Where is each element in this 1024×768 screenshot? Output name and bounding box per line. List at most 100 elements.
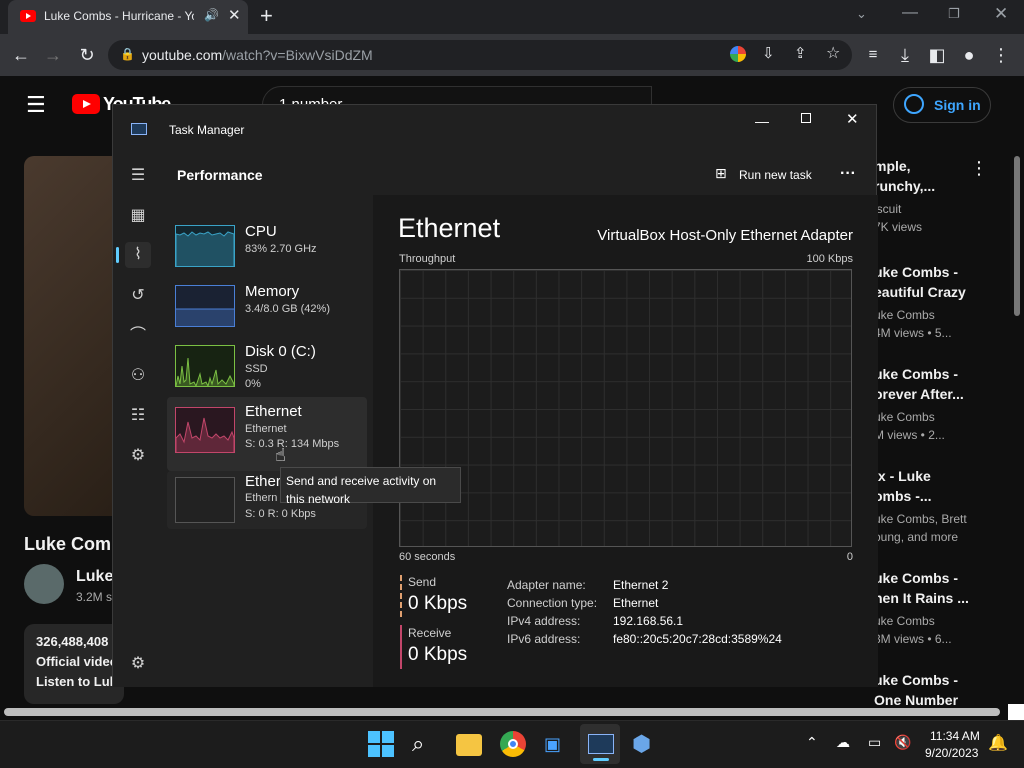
network-icon[interactable]: ▭: [868, 734, 881, 751]
related-meta: uke Combs: [874, 308, 935, 322]
close-icon[interactable]: ✕: [846, 110, 859, 128]
close-window-icon[interactable]: ✕: [994, 4, 1008, 24]
related-title[interactable]: runchy,...: [874, 178, 935, 194]
start-button-icon[interactable]: [368, 731, 394, 757]
hamburger-menu-icon[interactable]: ☰: [125, 163, 151, 189]
description-box[interactable]: 326,488,408 Official video Listen to Luk: [24, 624, 124, 704]
close-tab-icon[interactable]: ✕: [228, 6, 241, 24]
lock-icon[interactable]: 🔒: [120, 47, 135, 61]
users-icon[interactable]: ⚇: [125, 363, 151, 389]
related-title[interactable]: uke Combs -: [874, 366, 958, 382]
prop-key: Adapter name:: [507, 578, 586, 592]
profile-icon[interactable]: ●: [958, 45, 980, 65]
video-title: Luke Comb: [24, 534, 123, 554]
volume-muted-icon[interactable]: 🔇: [894, 734, 911, 751]
minimize-window-icon[interactable]: —: [902, 4, 918, 22]
address-bar[interactable]: 🔒 youtube.com/watch?v=BixwVsiDdZM ⇩ ⇪ ☆: [108, 40, 852, 70]
perf-item-ethernet-selected[interactable]: Ethernet Ethernet S: 0.3 R: 134 Mbps: [167, 397, 367, 471]
sign-in-button[interactable]: Sign in: [893, 87, 991, 123]
related-meta: uke Combs: [874, 614, 935, 628]
related-meta: 4M views • 5...: [874, 326, 952, 340]
perf-item-disk[interactable]: Disk 0 (C:) SSD 0%: [167, 337, 367, 399]
services-icon[interactable]: ⚙: [125, 443, 151, 469]
reload-icon[interactable]: ↻: [76, 45, 98, 65]
startup-apps-icon[interactable]: ⌒: [125, 323, 151, 349]
downloads-icon[interactable]: ⤓: [894, 45, 916, 65]
processes-icon[interactable]: ▦: [125, 203, 151, 229]
horizontal-scrollbar[interactable]: [4, 708, 1000, 716]
clock-time[interactable]: 11:34 AM: [930, 729, 980, 743]
search-icon[interactable]: ⌕: [412, 731, 438, 757]
side-panel-icon[interactable]: ◧: [926, 45, 948, 65]
onedrive-icon[interactable]: ☁: [836, 734, 850, 751]
clock-date[interactable]: 9/20/2023: [925, 746, 978, 760]
task-manager-taskbar-icon[interactable]: [588, 734, 614, 754]
virtualbox-icon[interactable]: ⬢: [632, 731, 658, 757]
more-options-icon[interactable]: ···: [840, 165, 856, 183]
throughput-label: Throughput: [399, 253, 456, 265]
back-icon[interactable]: ←: [10, 45, 32, 65]
restore-window-icon[interactable]: ❐: [948, 6, 960, 22]
chrome-icon[interactable]: [500, 731, 526, 757]
forward-icon[interactable]: →: [42, 45, 64, 65]
perf-item-detail: Ethernet: [245, 423, 287, 435]
scrollbar-corner: [1008, 704, 1024, 720]
browser-tab[interactable]: Luke Combs - Hurricane - Yo 🔊 ✕: [8, 0, 248, 34]
subscriber-count: 3.2M s: [76, 590, 113, 604]
channel-name[interactable]: Luke: [76, 568, 113, 586]
related-title[interactable]: eautiful Crazy: [874, 284, 966, 300]
file-explorer-icon[interactable]: [456, 734, 482, 756]
new-tab-button[interactable]: +: [260, 3, 273, 29]
install-app-icon[interactable]: ⇩: [762, 44, 775, 62]
google-lens-icon[interactable]: [730, 46, 746, 62]
perf-item-detail: SSD: [245, 363, 268, 375]
perf-item-memory[interactable]: Memory 3.4/8.0 GB (42%): [167, 277, 367, 339]
minimize-icon[interactable]: —: [755, 113, 769, 129]
related-title[interactable]: hen It Rains ...: [874, 590, 969, 606]
url-text: youtube.com/watch?v=BixwVsiDdZM: [142, 47, 373, 63]
app-history-icon[interactable]: ↺: [125, 283, 151, 309]
related-title[interactable]: ix - Luke: [874, 468, 931, 484]
sign-in-label: Sign in: [934, 97, 981, 113]
time-axis-label: 60 seconds: [399, 551, 456, 563]
channel-avatar[interactable]: [24, 564, 64, 604]
remote-desktop-icon[interactable]: ▣: [544, 731, 570, 757]
chrome-menu-icon[interactable]: ⋮: [990, 45, 1012, 65]
settings-icon[interactable]: ⚙: [125, 651, 151, 677]
account-icon: [904, 94, 924, 114]
notification-bell-icon[interactable]: 🔔: [988, 733, 1008, 753]
receive-marker: [400, 625, 402, 669]
vertical-scrollbar-thumb[interactable]: [1014, 156, 1020, 316]
share-icon[interactable]: ⇪: [794, 44, 807, 62]
related-title[interactable]: One Number: [874, 692, 958, 706]
related-meta: uke Combs, Brett: [874, 512, 967, 526]
perf-item-detail: 0%: [245, 378, 261, 390]
media-queue-icon[interactable]: ≡: [862, 45, 884, 65]
audio-playing-icon[interactable]: 🔊: [204, 8, 219, 22]
tab-search-icon[interactable]: ⌄: [856, 6, 867, 22]
tooltip: Send and receive activity on this networ…: [280, 467, 461, 506]
prop-value: 192.168.56.1: [613, 614, 684, 628]
show-hidden-icons-icon[interactable]: ⌃: [806, 734, 818, 751]
bookmark-star-icon[interactable]: ☆: [826, 43, 840, 63]
details-icon[interactable]: ☷: [125, 403, 151, 429]
receive-value: 0 Kbps: [408, 644, 468, 665]
detail-heading: Ethernet: [398, 213, 501, 243]
run-new-task-button[interactable]: ⊞ Run new task: [713, 163, 823, 189]
description-line: Official video: [36, 654, 118, 669]
performance-icon[interactable]: ⌇: [125, 242, 151, 268]
maximize-icon[interactable]: [801, 113, 811, 123]
related-title[interactable]: orever After...: [874, 386, 964, 402]
related-title[interactable]: ombs -...: [874, 488, 932, 504]
task-manager-window: Task Manager — ✕ ☰ ▦ ⌇ ↺ ⌒ ⚇ ☷ ⚙ ⚙ Perfo…: [112, 104, 878, 687]
related-title[interactable]: uke Combs -: [874, 264, 958, 280]
prop-value: Ethernet 2: [613, 578, 669, 592]
related-title[interactable]: uke Combs -: [874, 672, 958, 688]
more-options-icon[interactable]: ⋮: [970, 158, 988, 179]
related-title[interactable]: uke Combs -: [874, 570, 958, 586]
perf-item-cpu[interactable]: CPU 83% 2.70 GHz: [167, 217, 367, 279]
perf-item-detail: 3.4/8.0 GB (42%): [245, 303, 330, 315]
hamburger-menu-icon[interactable]: ☰: [26, 92, 46, 118]
related-title[interactable]: mple,: [874, 158, 911, 174]
throughput-graph: [399, 269, 852, 547]
